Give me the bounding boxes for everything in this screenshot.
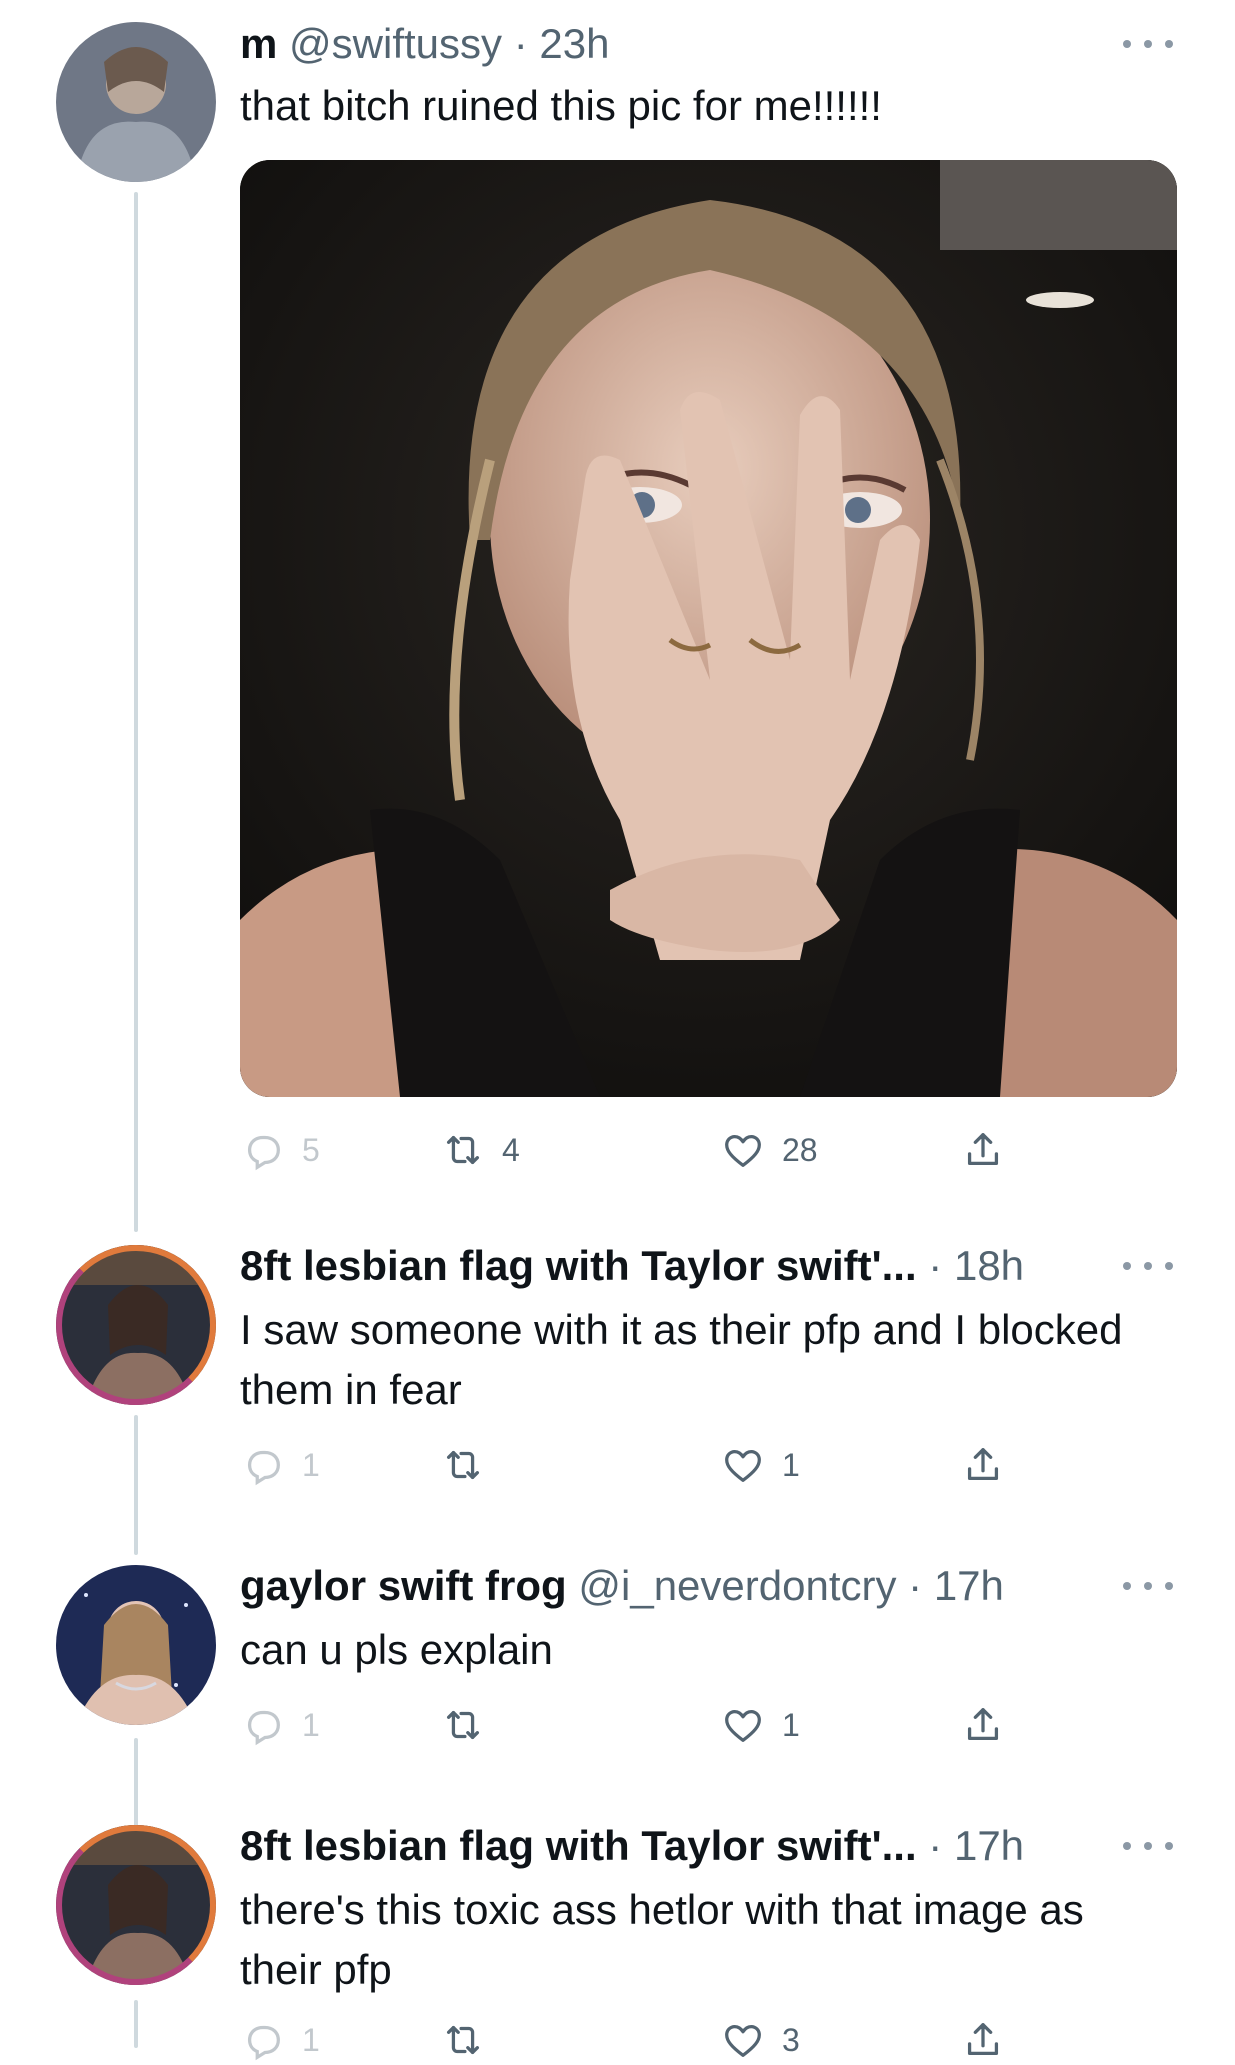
retweet-icon [446, 2025, 480, 2055]
reply-icon [247, 2025, 280, 2061]
tweet-text: I saw someone with it as their pfp and I… [240, 1306, 1123, 1413]
avatar[interactable] [56, 22, 216, 182]
like-count: 1 [782, 1706, 800, 1743]
share-icon [967, 1133, 999, 1166]
tweet-actions: 1 1 [240, 1440, 1010, 1490]
heart-icon [725, 1134, 761, 1167]
thread-line [134, 1738, 138, 1828]
share-button[interactable] [960, 2015, 1006, 2065]
thread-line [134, 1415, 138, 1555]
retweet-count: 4 [502, 1131, 520, 1168]
reply-icon [247, 1710, 280, 1746]
more-icon[interactable] [1123, 1836, 1173, 1856]
retweet-button[interactable] [440, 2015, 502, 2065]
heart-icon [725, 1449, 761, 1482]
reply-icon [247, 1450, 280, 1486]
handle[interactable]: @swiftussy [289, 20, 502, 67]
retweet-button[interactable] [440, 1440, 502, 1490]
avatar-ring [56, 1245, 216, 1405]
display-name[interactable]: gaylor swift frog [240, 1562, 567, 1609]
reply-button[interactable]: 1 [240, 1700, 320, 1750]
share-icon [967, 2023, 999, 2056]
tweet-text: that bitch ruined this pic for me!!!!!! [240, 82, 882, 129]
reply-count: 1 [302, 2021, 320, 2058]
more-icon[interactable] [1123, 34, 1173, 54]
retweet-button[interactable] [440, 1700, 502, 1750]
heart-icon [725, 2024, 761, 2057]
share-button[interactable] [960, 1125, 1006, 1175]
share-icon [967, 1708, 999, 1741]
thread-line [134, 192, 138, 1232]
timestamp[interactable]: 18h [954, 1242, 1024, 1289]
like-count: 1 [782, 1446, 800, 1483]
tweet-header: m @swiftussy · 23h [240, 18, 609, 70]
separator-dot: · [502, 20, 540, 67]
like-count: 3 [782, 2021, 800, 2058]
tweet-header: gaylor swift frog @i_neverdontcry · 17h [240, 1560, 1004, 1612]
handle[interactable]: @i_neverdontcry [578, 1562, 896, 1609]
share-button[interactable] [960, 1440, 1006, 1490]
share-button[interactable] [960, 1700, 1006, 1750]
avatar-ring [56, 1825, 216, 1985]
tweet-actions: 1 3 [240, 2015, 1010, 2065]
timestamp[interactable]: 23h [539, 20, 609, 67]
retweet-icon [446, 1135, 480, 1165]
thread-line [134, 2000, 138, 2048]
like-button[interactable]: 3 [720, 2015, 800, 2065]
reply-count: 1 [302, 1706, 320, 1743]
retweet-icon [446, 1450, 480, 1480]
tweet-actions: 1 1 [240, 1700, 1010, 1750]
display-name[interactable]: 8ft lesbian flag with Taylor swift'... [240, 1822, 917, 1869]
retweet-button[interactable]: 4 [440, 1125, 520, 1175]
timestamp[interactable]: 17h [954, 1822, 1024, 1869]
tweet-image[interactable] [240, 160, 1177, 1097]
display-name[interactable]: 8ft lesbian flag with Taylor swift'... [240, 1242, 917, 1289]
separator-dot: · [916, 1242, 954, 1289]
display-name[interactable]: m [240, 20, 277, 67]
reply-button[interactable]: 1 [240, 1440, 320, 1490]
heart-icon [725, 1709, 761, 1742]
like-button[interactable]: 28 [720, 1125, 818, 1175]
share-icon [967, 1448, 999, 1481]
more-icon[interactable] [1123, 1576, 1173, 1596]
tweet-text: there's this toxic ass hetlor with that … [240, 1886, 1084, 1993]
tweet-header: 8ft lesbian flag with Taylor swift'... ·… [240, 1820, 1024, 1872]
separator-dot: · [916, 1822, 954, 1869]
like-count: 28 [782, 1131, 818, 1168]
reply-button[interactable]: 1 [240, 2015, 320, 2065]
like-button[interactable]: 1 [720, 1440, 800, 1490]
tweet-header: 8ft lesbian flag with Taylor swift'... ·… [240, 1240, 1024, 1292]
reply-count: 5 [302, 1131, 320, 1168]
tweet-text: can u pls explain [240, 1626, 553, 1673]
tweet-actions: 5 4 28 [240, 1125, 1010, 1175]
retweet-icon [446, 1710, 480, 1740]
like-button[interactable]: 1 [720, 1700, 800, 1750]
avatar[interactable] [56, 1565, 216, 1725]
more-icon[interactable] [1123, 1256, 1173, 1276]
reply-button[interactable]: 5 [240, 1125, 320, 1175]
timestamp[interactable]: 17h [934, 1562, 1004, 1609]
reply-icon [247, 1135, 280, 1171]
separator-dot: · [896, 1562, 934, 1609]
reply-count: 1 [302, 1446, 320, 1483]
